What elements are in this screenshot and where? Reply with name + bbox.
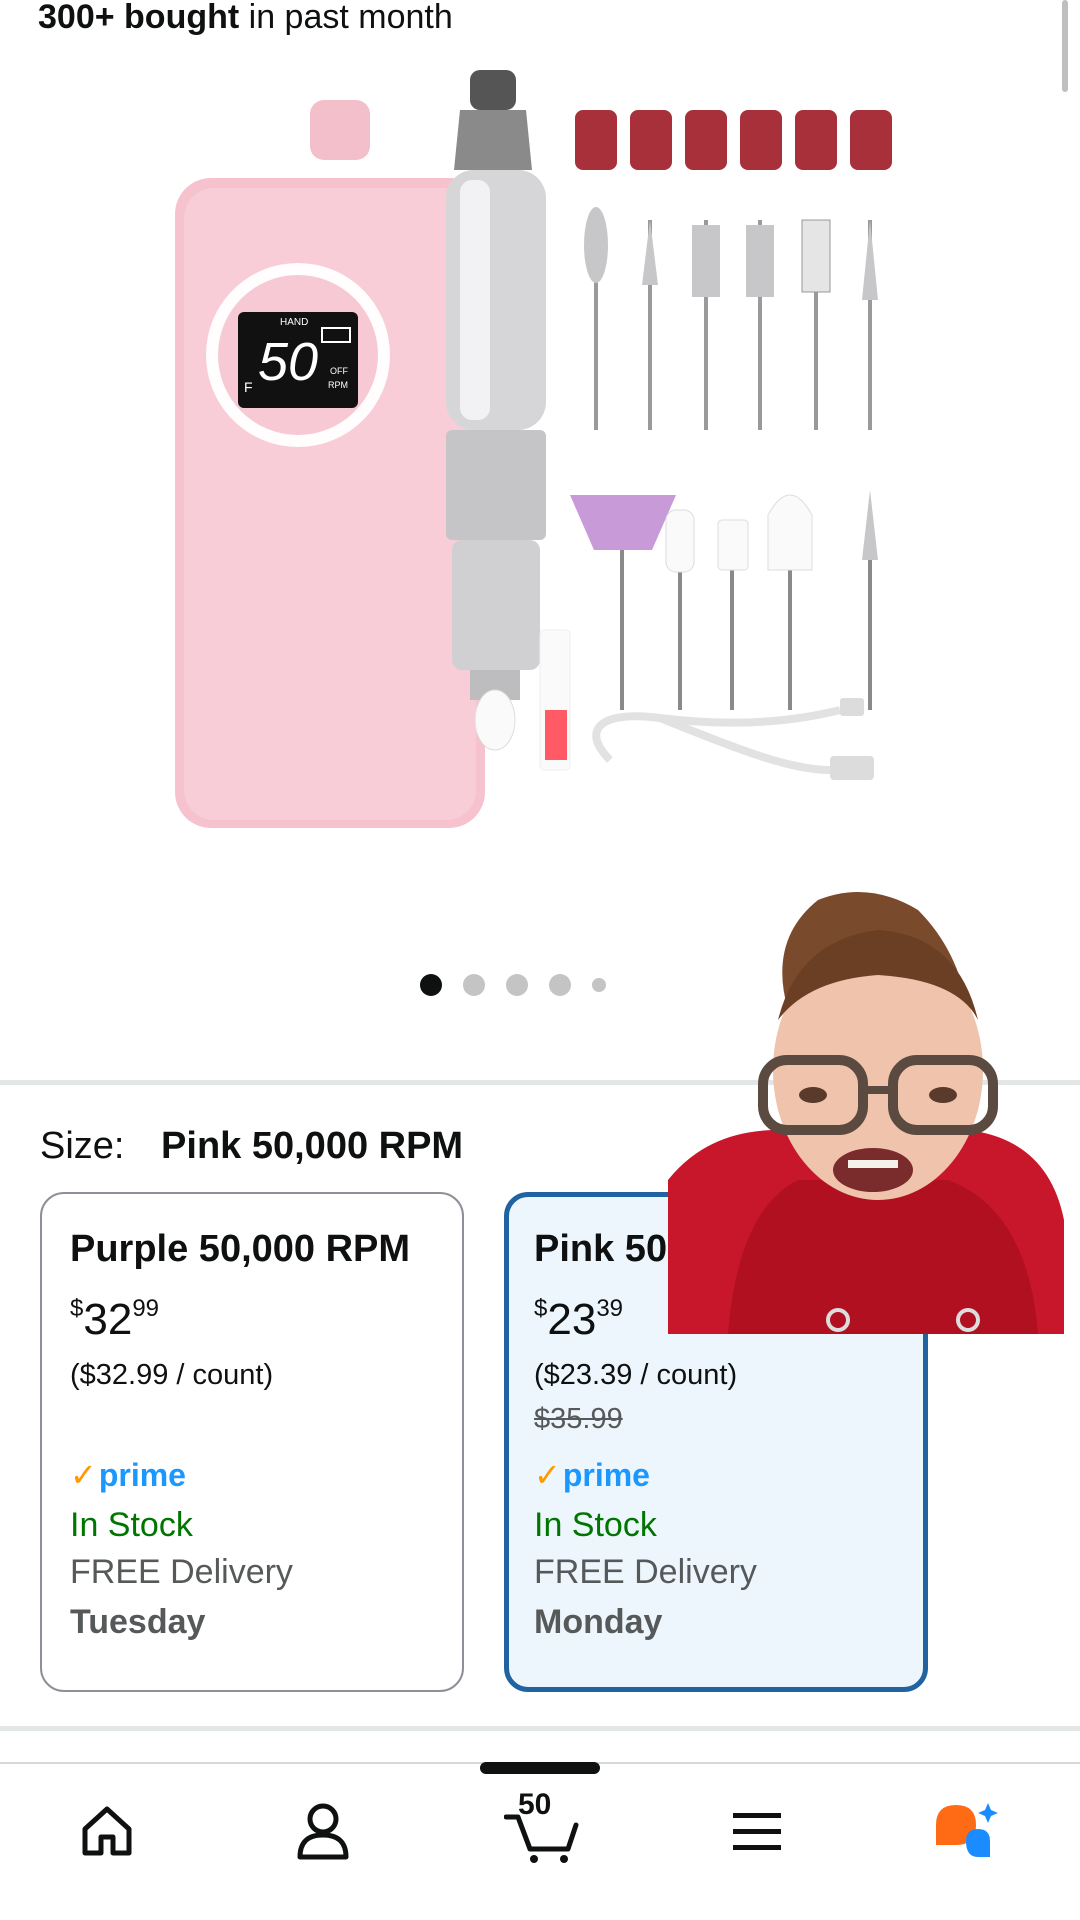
- product-image[interactable]: HAND 50 OFF RPM F: [140, 70, 940, 870]
- menu-icon[interactable]: [722, 1796, 792, 1866]
- prime-check-icon: ✓: [70, 1457, 97, 1493]
- carousel-dot-3[interactable]: [506, 974, 528, 996]
- bought-count-rest: in past month: [239, 0, 453, 36]
- video-overlay-person: [668, 892, 1064, 1334]
- price-fraction: 99: [132, 1295, 160, 1322]
- option-price: $3299: [70, 1284, 434, 1345]
- size-selection-header: Size: Pink 50,000 RPM: [40, 1124, 463, 1168]
- prime-badge: ✓ prime: [70, 1455, 434, 1495]
- account-icon[interactable]: [288, 1796, 358, 1866]
- price-fraction: 39: [596, 1295, 624, 1322]
- size-value: Pink 50,000 RPM: [161, 1125, 464, 1167]
- screen-rpm-label: RPM: [328, 380, 348, 390]
- option-unit-price: ($23.39 / count): [534, 1359, 738, 1391]
- size-option-purple[interactable]: Purple 50,000 RPM $3299 ($32.99 / count)…: [40, 1192, 464, 1692]
- option-unit-price: ($32.99 / count): [70, 1359, 274, 1391]
- prime-badge: ✓ prime: [534, 1455, 898, 1495]
- bought-count: 300+ bought in past month: [38, 0, 453, 34]
- carousel-dot-2[interactable]: [463, 974, 485, 996]
- screen-hand-label: HAND: [280, 317, 308, 328]
- prime-label: prime: [98, 1457, 186, 1493]
- cart-count: 50: [518, 1788, 552, 1821]
- price-whole: 32: [83, 1295, 133, 1344]
- carousel-dot-4[interactable]: [549, 974, 571, 996]
- section-divider-bottom: [0, 1726, 1080, 1731]
- rufus-icon[interactable]: [930, 1796, 1000, 1866]
- option-delivery: FREE Delivery: [534, 1553, 757, 1591]
- option-list-price: [70, 1401, 434, 1437]
- home-icon[interactable]: [72, 1796, 142, 1866]
- option-list-price: $35.99: [534, 1403, 623, 1435]
- price-whole: 23: [547, 1295, 597, 1344]
- price-currency: $: [534, 1295, 548, 1322]
- scroll-handle[interactable]: [480, 1762, 600, 1774]
- prime-label: prime: [562, 1457, 650, 1493]
- option-delivery-day: Monday: [534, 1603, 663, 1641]
- price-currency: $: [70, 1295, 84, 1322]
- prime-check-icon: ✓: [534, 1457, 561, 1493]
- bought-count-bold: 300+ bought: [38, 0, 240, 36]
- page-scrollbar[interactable]: [1062, 0, 1068, 92]
- option-delivery-day: Tuesday: [70, 1603, 206, 1641]
- option-delivery: FREE Delivery: [70, 1553, 293, 1591]
- screen-number: 50: [258, 332, 318, 392]
- option-stock-status: In Stock: [70, 1506, 193, 1544]
- size-label: Size:: [40, 1125, 125, 1167]
- option-stock-status: In Stock: [534, 1506, 657, 1544]
- carousel-dot-5[interactable]: [592, 978, 606, 992]
- carousel-dot-1[interactable]: [420, 974, 442, 996]
- screen-off-label: OFF: [330, 366, 348, 376]
- screen-f-label: F: [244, 379, 253, 395]
- option-name: Purple 50,000 RPM: [70, 1228, 411, 1270]
